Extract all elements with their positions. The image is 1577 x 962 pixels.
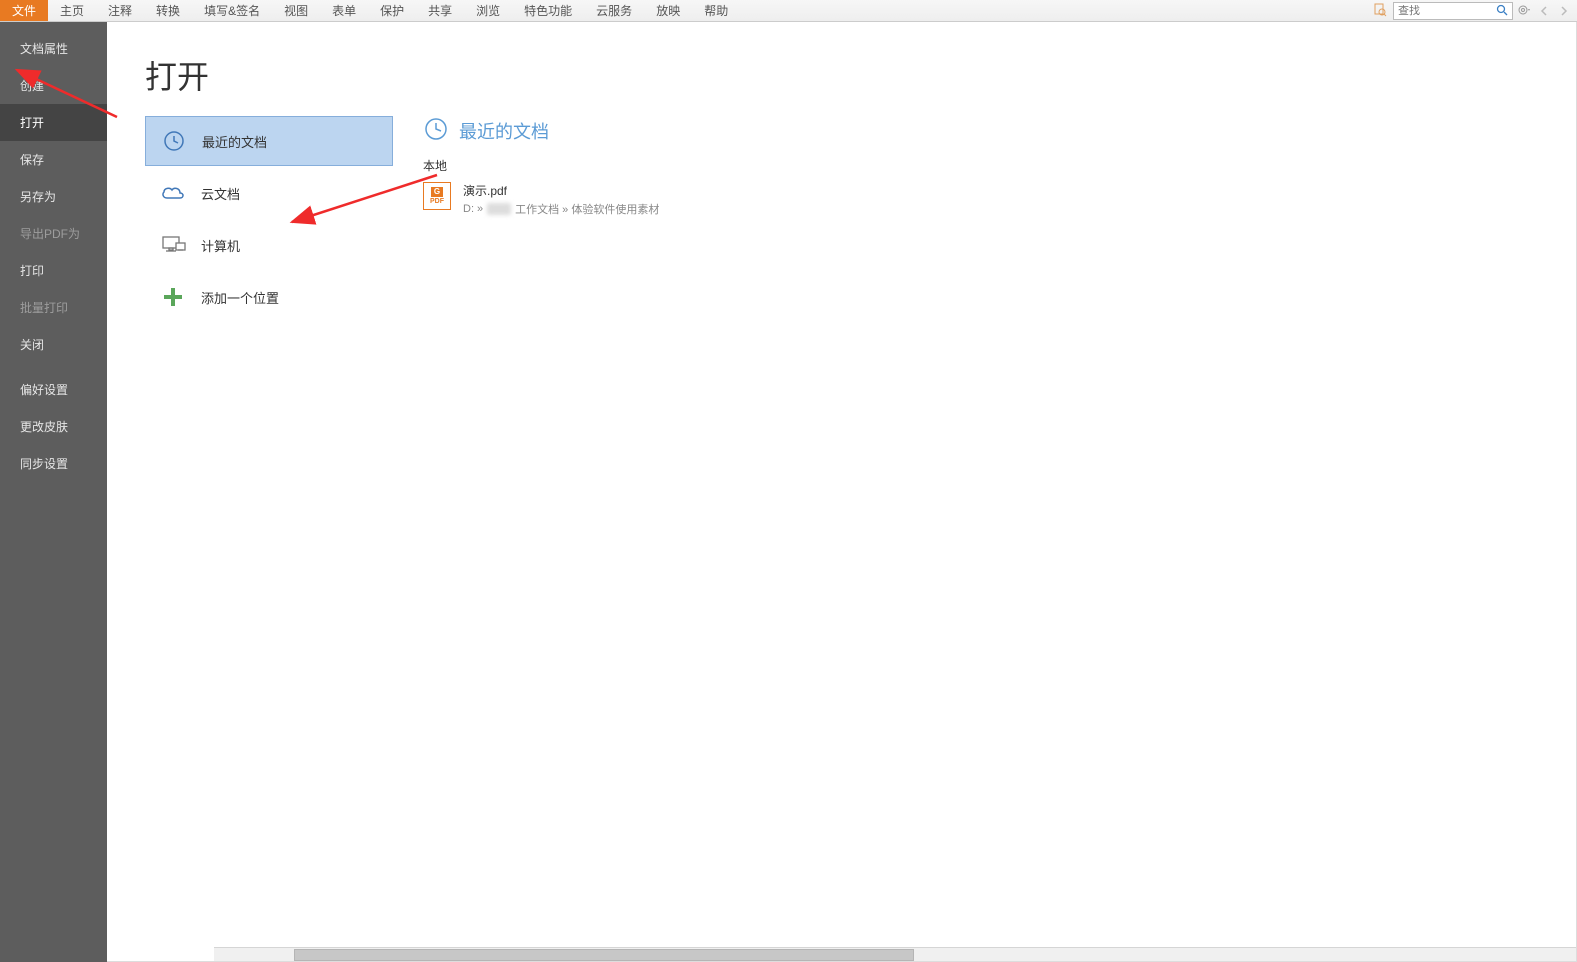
recent-header: 最近的文档 xyxy=(423,116,1546,145)
location-add-place[interactable]: 添加一个位置 xyxy=(145,272,393,322)
recent-docs-panel: 最近的文档 本地 PDF 演示.pdf D: » ■■■ 工作文档 » 体验软件… xyxy=(423,116,1546,324)
location-label: 添加一个位置 xyxy=(201,288,279,307)
sidebar-create[interactable]: 创建 xyxy=(0,67,107,104)
tab-view[interactable]: 视图 xyxy=(272,0,320,21)
tab-annotate[interactable]: 注释 xyxy=(96,0,144,21)
page-title: 打开 xyxy=(145,52,1546,98)
recent-header-title: 最近的文档 xyxy=(459,118,549,144)
search-input[interactable] xyxy=(1398,5,1496,17)
tab-browse[interactable]: 浏览 xyxy=(464,0,512,21)
clock-icon xyxy=(160,127,188,155)
find-doc-icon[interactable] xyxy=(1373,3,1387,20)
top-menu-bar: 文件 主页 注释 转换 填写&签名 视图 表单 保护 共享 浏览 特色功能 云服… xyxy=(0,0,1577,22)
location-cloud-docs[interactable]: 云文档 xyxy=(145,168,393,218)
sidebar-save[interactable]: 保存 xyxy=(0,141,107,178)
file-sidebar: 文档属性 创建 打开 保存 另存为 导出PDF为 打印 批量打印 关闭 偏好设置… xyxy=(0,22,107,962)
main-area: 文档属性 创建 打开 保存 另存为 导出PDF为 打印 批量打印 关闭 偏好设置… xyxy=(0,22,1577,962)
location-label: 云文档 xyxy=(201,184,240,203)
sidebar-export-pdf[interactable]: 导出PDF为 xyxy=(0,215,107,252)
tab-file[interactable]: 文件 xyxy=(0,0,48,21)
search-box[interactable] xyxy=(1393,2,1513,20)
sidebar-print[interactable]: 打印 xyxy=(0,252,107,289)
sidebar-doc-properties[interactable]: 文档属性 xyxy=(0,30,107,67)
tab-protect[interactable]: 保护 xyxy=(368,0,416,21)
pdf-file-icon: PDF xyxy=(423,182,451,210)
nav-next-icon[interactable] xyxy=(1555,2,1573,20)
location-label: 计算机 xyxy=(201,236,240,255)
clock-icon xyxy=(423,116,449,145)
settings-dropdown-icon[interactable] xyxy=(1515,2,1533,20)
tab-form[interactable]: 表单 xyxy=(320,0,368,21)
tab-home[interactable]: 主页 xyxy=(48,0,96,21)
sidebar-save-as[interactable]: 另存为 xyxy=(0,178,107,215)
location-computer[interactable]: 计算机 xyxy=(145,220,393,270)
location-recent-docs[interactable]: 最近的文档 xyxy=(145,116,393,166)
cloud-icon xyxy=(159,179,187,207)
sidebar-divider xyxy=(0,363,107,371)
sidebar-change-skin[interactable]: 更改皮肤 xyxy=(0,408,107,445)
open-page-content: 打开 最近的文档 云文档 xyxy=(107,22,1577,962)
tab-help[interactable]: 帮助 xyxy=(692,0,740,21)
location-label: 最近的文档 xyxy=(202,132,267,151)
plus-icon xyxy=(159,283,187,311)
horizontal-scrollbar[interactable] xyxy=(214,947,1576,961)
sidebar-batch-print[interactable]: 批量打印 xyxy=(0,289,107,326)
file-entry[interactable]: PDF 演示.pdf D: » ■■■ 工作文档 » 体验软件使用素材 xyxy=(423,178,1546,221)
tab-features[interactable]: 特色功能 xyxy=(512,0,584,21)
top-right-controls xyxy=(1373,0,1573,22)
tab-fill-sign[interactable]: 填写&签名 xyxy=(192,0,272,21)
location-list: 最近的文档 云文档 计算机 xyxy=(145,116,393,324)
tab-convert[interactable]: 转换 xyxy=(144,0,192,21)
sidebar-close[interactable]: 关闭 xyxy=(0,326,107,363)
tab-present[interactable]: 放映 xyxy=(644,0,692,21)
tab-cloud[interactable]: 云服务 xyxy=(584,0,644,21)
local-label: 本地 xyxy=(423,157,1546,174)
nav-prev-icon[interactable] xyxy=(1535,2,1553,20)
sidebar-open[interactable]: 打开 xyxy=(0,104,107,141)
tab-share[interactable]: 共享 xyxy=(416,0,464,21)
file-info: 演示.pdf D: » ■■■ 工作文档 » 体验软件使用素材 xyxy=(463,182,659,217)
sidebar-preferences[interactable]: 偏好设置 xyxy=(0,371,107,408)
scrollbar-thumb[interactable] xyxy=(294,949,914,961)
computer-icon xyxy=(159,231,187,259)
sidebar-sync-settings[interactable]: 同步设置 xyxy=(0,445,107,482)
file-name: 演示.pdf xyxy=(463,182,659,199)
path-redacted: ■■■ xyxy=(487,203,511,215)
search-icon[interactable] xyxy=(1496,4,1508,19)
file-path: D: » ■■■ 工作文档 » 体验软件使用素材 xyxy=(463,201,659,217)
